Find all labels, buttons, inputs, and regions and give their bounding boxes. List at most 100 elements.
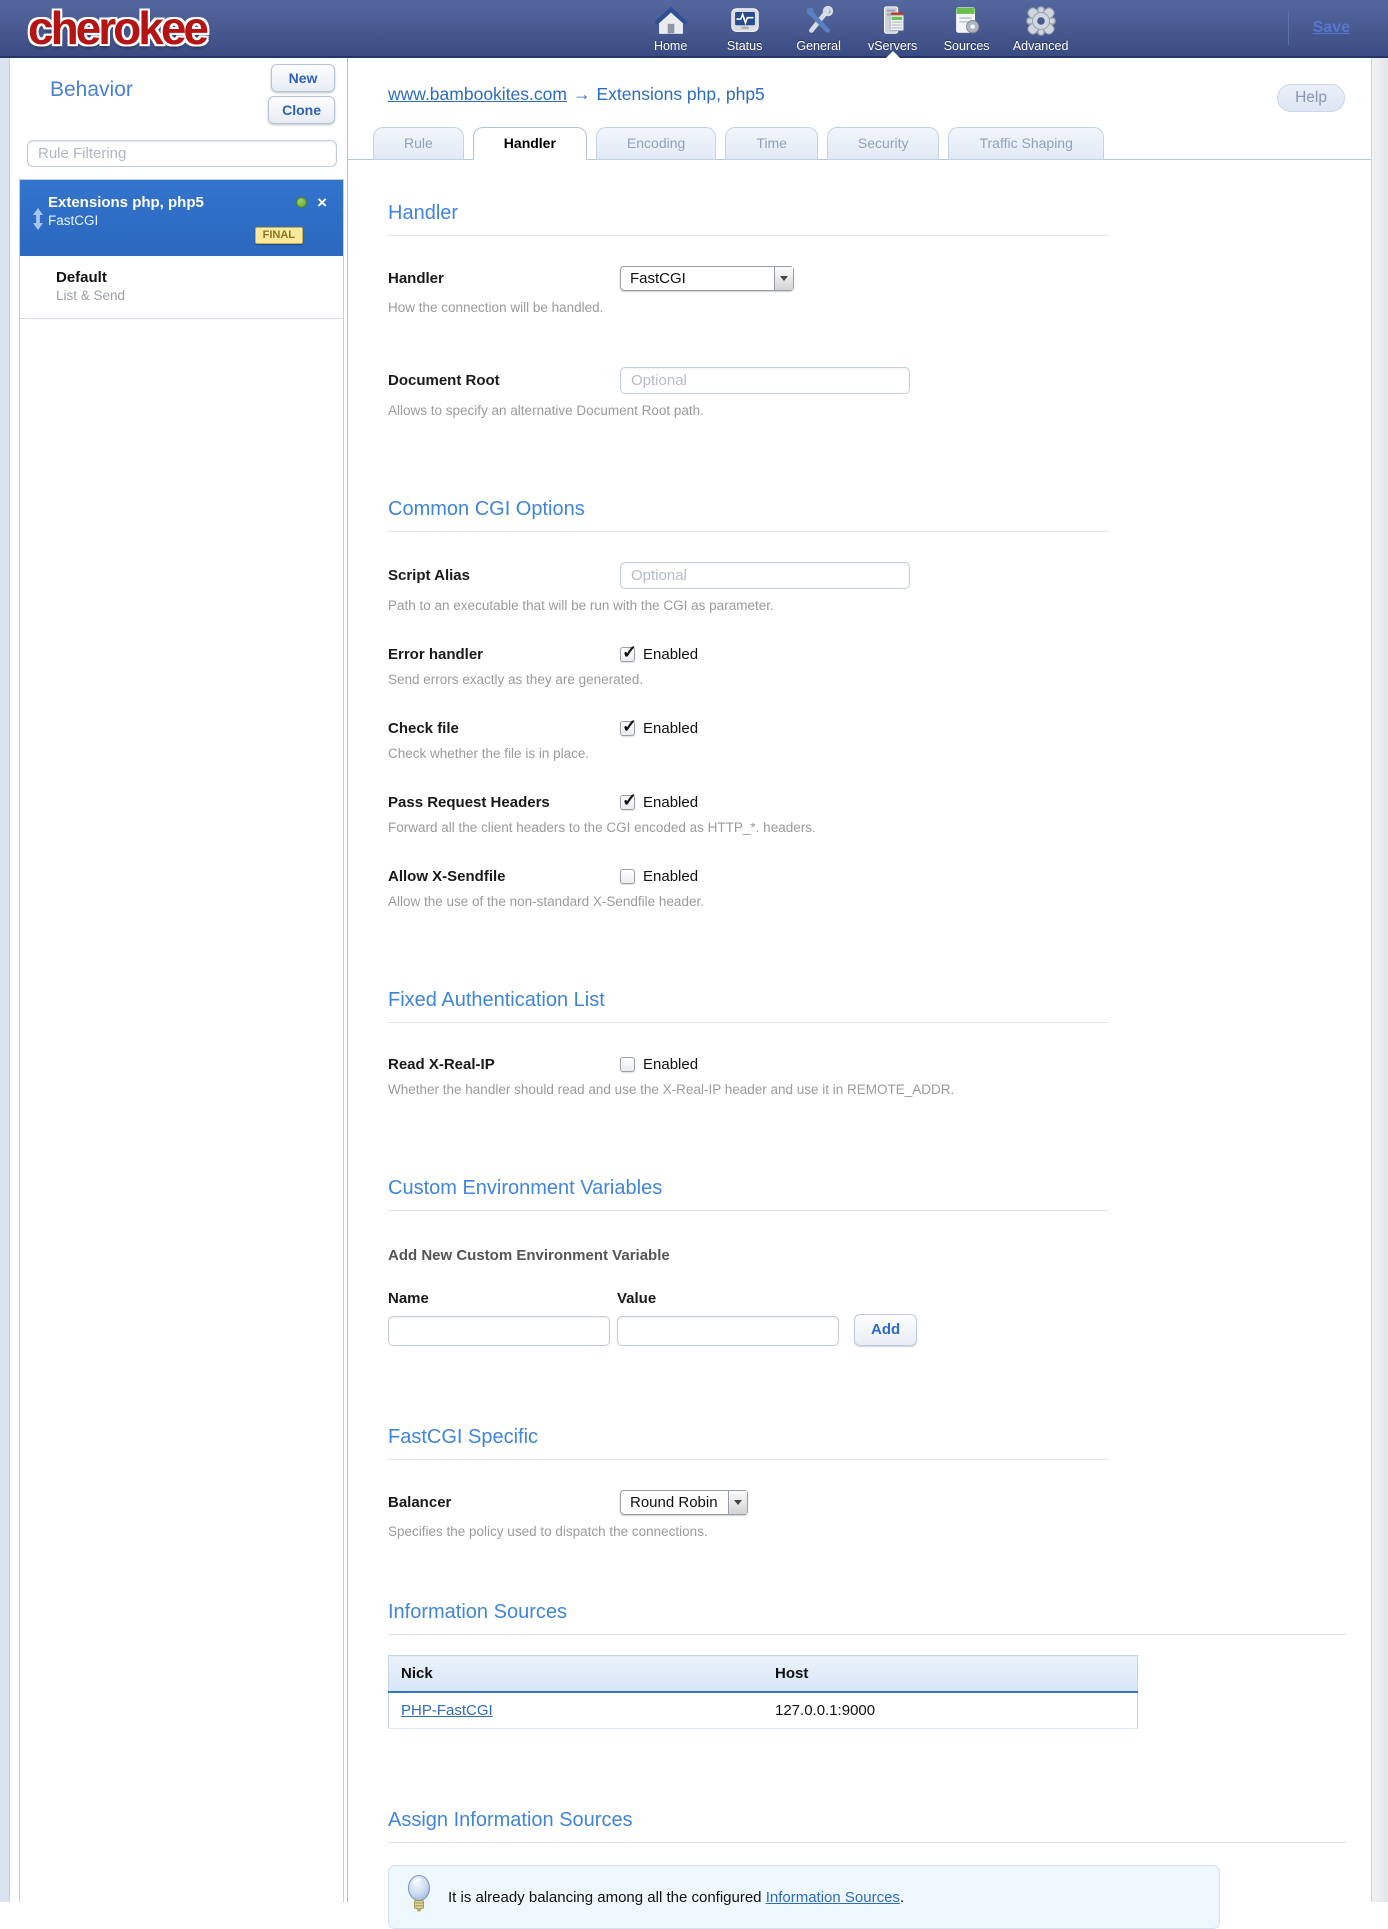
form-row-script-alias: Script Alias Path to an executable that …	[388, 562, 1371, 613]
rule-title: Extensions php, php5	[48, 194, 204, 211]
tab-encoding[interactable]: Encoding	[596, 127, 716, 160]
nav-item-general[interactable]: General	[782, 2, 856, 53]
nav-item-status[interactable]: Status	[708, 2, 782, 53]
form-row-balancer: Balancer Round Robin Specifies the polic…	[388, 1490, 1371, 1539]
rule-item-default[interactable]: Default List & Send	[20, 256, 343, 319]
add-env-variable-subtitle: Add New Custom Environment Variable	[388, 1247, 1371, 1264]
tab-rule[interactable]: Rule	[373, 127, 464, 160]
pass-request-headers-checkbox[interactable]	[620, 795, 635, 810]
field-description: Check whether the file is in place.	[388, 746, 1371, 761]
behavior-sidebar: Behavior New Clone Extensions php, php5 …	[10, 58, 348, 1902]
section-common-cgi-options: Common CGI Options Script Alias Path to …	[388, 498, 1371, 909]
nav-item-sources[interactable]: Sources	[930, 2, 1004, 53]
balancer-select[interactable]: Round Robin	[620, 1490, 748, 1515]
save-button[interactable]: Save	[1313, 19, 1350, 37]
vservers-icon	[856, 2, 930, 38]
select-arrow-icon	[774, 267, 793, 290]
remove-rule-icon[interactable]: ×	[317, 196, 327, 209]
information-sources-link[interactable]: Information Sources	[766, 1889, 900, 1906]
form-row-allow-x-sendfile: Allow X-Sendfile Enabled Allow the use o…	[388, 868, 1371, 909]
app-header: cherokee Home Status General vServers	[0, 0, 1388, 58]
rule-title: Default	[56, 269, 333, 286]
section-title: Common CGI Options	[388, 498, 1371, 521]
env-name-label: Name	[388, 1290, 610, 1307]
active-nav-pointer	[886, 51, 900, 58]
field-description: Allows to specify an alternative Documen…	[388, 403, 1371, 418]
scrollbar-track[interactable]	[1371, 58, 1388, 1902]
field-description: Allow the use of the non-standard X-Send…	[388, 894, 1371, 909]
section-assign-information-sources: Assign Information Sources It is already…	[388, 1809, 1371, 1929]
read-x-real-ip-checkbox[interactable]	[620, 1057, 635, 1072]
main-nav: Home Status General vServers Sources	[634, 2, 1078, 56]
field-label: Allow X-Sendfile	[388, 868, 620, 885]
general-tools-icon	[782, 2, 856, 38]
clone-rule-button[interactable]: Clone	[268, 96, 335, 124]
nav-item-advanced[interactable]: Advanced	[1004, 2, 1078, 53]
cherokee-logo: cherokee	[28, 0, 206, 56]
form-row-error-handler: Error handler Enabled Send errors exactl…	[388, 646, 1371, 687]
document-root-input[interactable]	[620, 367, 910, 394]
error-handler-checkbox[interactable]	[620, 647, 635, 662]
nav-label: Sources	[930, 38, 1004, 53]
sidebar-title: Behavior	[50, 78, 133, 124]
rule-item-extensions-php[interactable]: Extensions php, php5 × FastCGI FINAL	[20, 180, 343, 256]
sources-icon	[930, 2, 1004, 38]
field-label: Check file	[388, 720, 620, 737]
tab-handler[interactable]: Handler	[473, 127, 587, 160]
field-description: Send errors exactly as they are generate…	[388, 672, 1371, 687]
field-description: Specifies the policy used to dispatch th…	[388, 1524, 1371, 1539]
env-value-label: Value	[617, 1290, 839, 1307]
field-description: Forward all the client headers to the CG…	[388, 820, 1371, 835]
field-description: Path to an executable that will be run w…	[388, 598, 1371, 613]
field-label: Handler	[388, 270, 620, 287]
source-link-php-fastcgi[interactable]: PHP-FastCGI	[401, 1702, 493, 1719]
nav-item-vservers[interactable]: vServers	[856, 2, 930, 53]
field-description: Whether the handler should read and use …	[388, 1082, 1371, 1097]
table-row: PHP-FastCGI 127.0.0.1:9000	[389, 1692, 1138, 1729]
form-row-handler: Handler FastCGI How the connection will …	[388, 266, 1371, 315]
balancing-note-text: It is already balancing among all the co…	[448, 1889, 904, 1906]
section-title: Fixed Authentication List	[388, 989, 1371, 1012]
rule-filter-input[interactable]	[27, 140, 337, 167]
handler-select[interactable]: FastCGI	[620, 266, 794, 291]
env-value-input[interactable]	[617, 1316, 839, 1346]
nav-label: Status	[708, 38, 782, 53]
script-alias-input[interactable]	[620, 562, 910, 589]
new-rule-button[interactable]: New	[271, 64, 335, 92]
breadcrumb-arrow: →	[573, 84, 591, 104]
breadcrumb-site-link[interactable]: www.bambookites.com	[388, 84, 567, 104]
nav-item-home[interactable]: Home	[634, 2, 708, 53]
section-information-sources: Information Sources Nick Host PHP-FastCG…	[388, 1601, 1371, 1729]
tab-time[interactable]: Time	[725, 127, 818, 160]
header-divider	[1288, 11, 1289, 45]
save-area: Save	[1288, 11, 1350, 45]
information-sources-table: Nick Host PHP-FastCGI 127.0.0.1:9000	[388, 1655, 1138, 1729]
table-header-host: Host	[763, 1656, 1138, 1693]
help-button[interactable]: Help	[1277, 84, 1345, 112]
left-gutter	[0, 58, 10, 1902]
tab-bar: Rule Handler Encoding Time Security Traf…	[348, 127, 1371, 160]
check-file-checkbox[interactable]	[620, 721, 635, 736]
section-title: Handler	[388, 202, 1371, 225]
section-fastcgi-specific: FastCGI Specific Balancer Round Robin Sp…	[388, 1426, 1371, 1539]
select-arrow-icon	[728, 1491, 747, 1514]
nav-label: Home	[634, 38, 708, 53]
field-description: How the connection will be handled.	[388, 300, 1371, 315]
nav-label: Advanced	[1004, 38, 1078, 53]
section-title: Custom Environment Variables	[388, 1177, 1371, 1200]
env-name-input[interactable]	[388, 1316, 610, 1346]
main-content: www.bambookites.com→Extensions php, php5…	[348, 58, 1388, 1902]
allow-x-sendfile-checkbox[interactable]	[620, 869, 635, 884]
add-env-variable-button[interactable]: Add	[854, 1314, 917, 1346]
tab-security[interactable]: Security	[827, 127, 940, 160]
drag-sort-icon[interactable]	[28, 194, 48, 244]
rule-list: Extensions php, php5 × FastCGI FINAL Def…	[19, 179, 344, 1902]
balancing-note-box: It is already balancing among all the co…	[388, 1865, 1220, 1929]
tab-traffic-shaping[interactable]: Traffic Shaping	[948, 127, 1103, 160]
rule-handler-label: List & Send	[56, 288, 333, 303]
section-title: Assign Information Sources	[388, 1809, 1371, 1832]
field-label: Balancer	[388, 1494, 620, 1511]
rule-handler-label: FastCGI	[48, 213, 98, 228]
form-row-check-file: Check file Enabled Check whether the fil…	[388, 720, 1371, 761]
breadcrumb: www.bambookites.com→Extensions php, php5	[388, 84, 765, 105]
